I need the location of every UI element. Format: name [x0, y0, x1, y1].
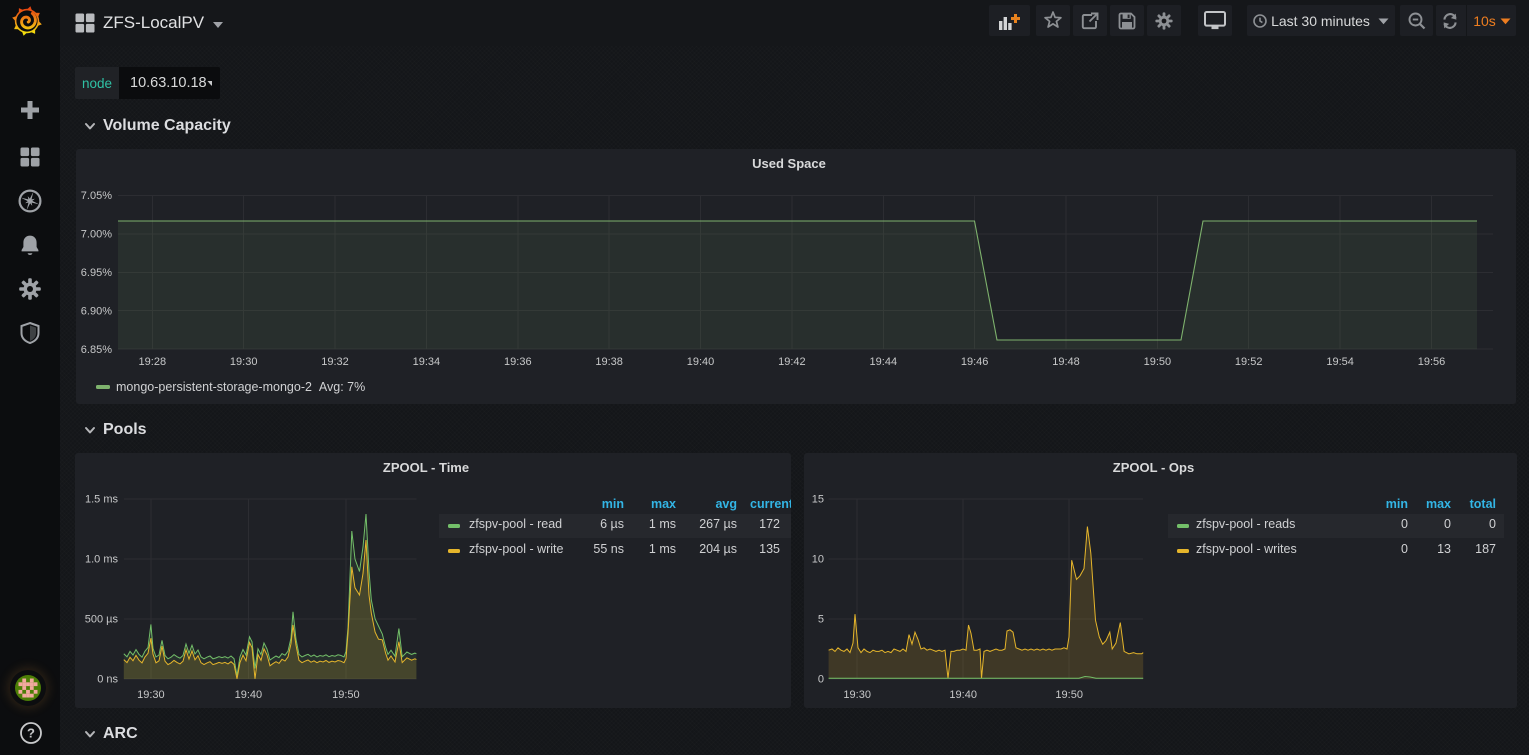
svg-text:7.05%: 7.05%	[81, 190, 112, 202]
svg-text:19:42: 19:42	[778, 356, 806, 368]
svg-text:19:44: 19:44	[870, 356, 898, 368]
svg-text:19:56: 19:56	[1418, 356, 1446, 368]
svg-text:19:30: 19:30	[230, 356, 258, 368]
svg-text:19:34: 19:34	[413, 356, 441, 368]
svg-text:19:38: 19:38	[595, 356, 623, 368]
svg-text:6.90%: 6.90%	[81, 305, 112, 317]
svg-text:19:46: 19:46	[961, 356, 989, 368]
svg-text:19:28: 19:28	[139, 356, 167, 368]
svg-text:19:48: 19:48	[1052, 356, 1080, 368]
svg-text:19:52: 19:52	[1235, 356, 1263, 368]
svg-text:19:36: 19:36	[504, 356, 532, 368]
svg-text:?: ?	[27, 726, 35, 741]
svg-text:19:50: 19:50	[1144, 356, 1172, 368]
svg-text:6.85%: 6.85%	[81, 344, 112, 356]
svg-text:7.00%: 7.00%	[81, 229, 112, 241]
svg-text:19:54: 19:54	[1326, 356, 1354, 368]
svg-text:19:32: 19:32	[321, 356, 349, 368]
svg-text:6.95%: 6.95%	[81, 267, 112, 279]
svg-text:19:40: 19:40	[687, 356, 715, 368]
